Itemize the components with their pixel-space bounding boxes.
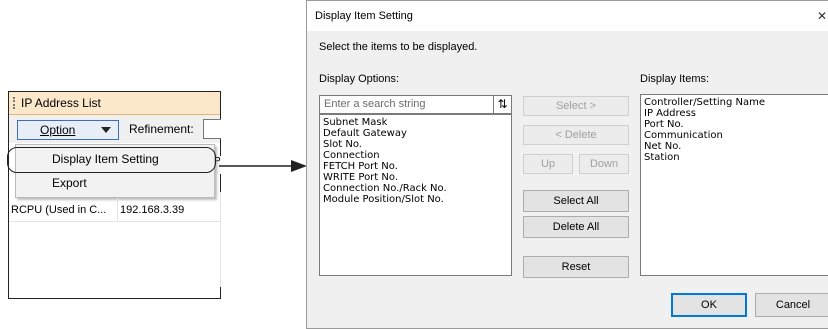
column-divider bbox=[117, 198, 118, 222]
dialog-title: Display Item Setting bbox=[315, 10, 413, 22]
list-item[interactable]: Port No. bbox=[644, 119, 684, 130]
panel-title: IP Address List bbox=[21, 96, 101, 110]
list-item[interactable]: Subnet Mask bbox=[323, 117, 387, 128]
panel-title-bar: IP Address List bbox=[9, 92, 220, 115]
cpu-cell: RCPU (Used in C... bbox=[11, 204, 107, 216]
list-item[interactable]: Module Position/Slot No. bbox=[323, 194, 444, 205]
dialog-title-bar: Display Item Setting ✕ bbox=[307, 1, 828, 31]
display-items-label: Display Items: bbox=[640, 73, 710, 85]
move-up-button[interactable]: Up bbox=[523, 154, 573, 174]
list-item[interactable]: Default Gateway bbox=[323, 128, 407, 139]
list-item[interactable]: WRITE Port No. bbox=[323, 172, 398, 183]
arrow-right-icon bbox=[219, 160, 307, 172]
list-item[interactable]: Net No. bbox=[644, 141, 681, 152]
display-item-setting-dialog: Display Item Setting ✕ Select the items … bbox=[306, 0, 828, 329]
option-label: Option bbox=[40, 123, 76, 137]
refinement-input[interactable] bbox=[203, 119, 221, 139]
list-item[interactable]: Controller/Setting Name bbox=[644, 97, 765, 108]
display-options-list[interactable]: Subnet Mask Default Gateway Slot No. Con… bbox=[319, 114, 512, 276]
highlight-oval bbox=[7, 147, 216, 173]
list-item[interactable]: Slot No. bbox=[323, 139, 362, 150]
list-item[interactable]: Station bbox=[644, 152, 680, 163]
select-all-button[interactable]: Select All bbox=[523, 190, 629, 212]
delete-button[interactable]: < Delete bbox=[523, 125, 629, 145]
search-placeholder: Enter a search string bbox=[324, 98, 426, 110]
cancel-button[interactable]: Cancel bbox=[755, 293, 828, 317]
ip-address-list-panel: IP Address List Option Refinement: P Dis… bbox=[7, 91, 221, 299]
dialog-instruction: Select the items to be displayed. bbox=[319, 41, 478, 53]
drag-grip-icon[interactable] bbox=[13, 97, 17, 109]
refinement-label: Refinement: bbox=[129, 122, 194, 136]
menu-item-label: Export bbox=[52, 176, 87, 190]
row-divider bbox=[9, 221, 220, 222]
list-item[interactable]: Connection bbox=[323, 150, 380, 161]
ip-cell: 192.168.3.39 bbox=[120, 204, 185, 216]
sort-icon[interactable]: ⇅ bbox=[493, 95, 512, 114]
option-dropdown-button[interactable]: Option bbox=[17, 120, 119, 140]
ok-button[interactable]: OK bbox=[671, 293, 747, 317]
select-button[interactable]: Select > bbox=[523, 96, 629, 116]
search-input[interactable]: Enter a search string bbox=[319, 95, 495, 114]
chevron-down-icon bbox=[101, 127, 111, 133]
list-item[interactable]: Communication bbox=[644, 130, 723, 141]
display-options-label: Display Options: bbox=[319, 73, 400, 85]
panel-toolbar: Option Refinement: bbox=[9, 115, 221, 143]
display-items-list[interactable]: Controller/Setting Name IP Address Port … bbox=[640, 94, 828, 276]
close-icon[interactable]: ✕ bbox=[817, 9, 827, 23]
list-item[interactable]: IP Address bbox=[644, 108, 696, 119]
move-down-button[interactable]: Down bbox=[579, 154, 629, 174]
column-divider bbox=[220, 192, 221, 287]
delete-all-button[interactable]: Delete All bbox=[523, 216, 629, 238]
list-item[interactable]: Connection No./Rack No. bbox=[323, 183, 447, 194]
reset-button[interactable]: Reset bbox=[523, 256, 629, 278]
menu-item-export[interactable]: Export bbox=[16, 171, 214, 195]
list-item[interactable]: FETCH Port No. bbox=[323, 161, 398, 172]
